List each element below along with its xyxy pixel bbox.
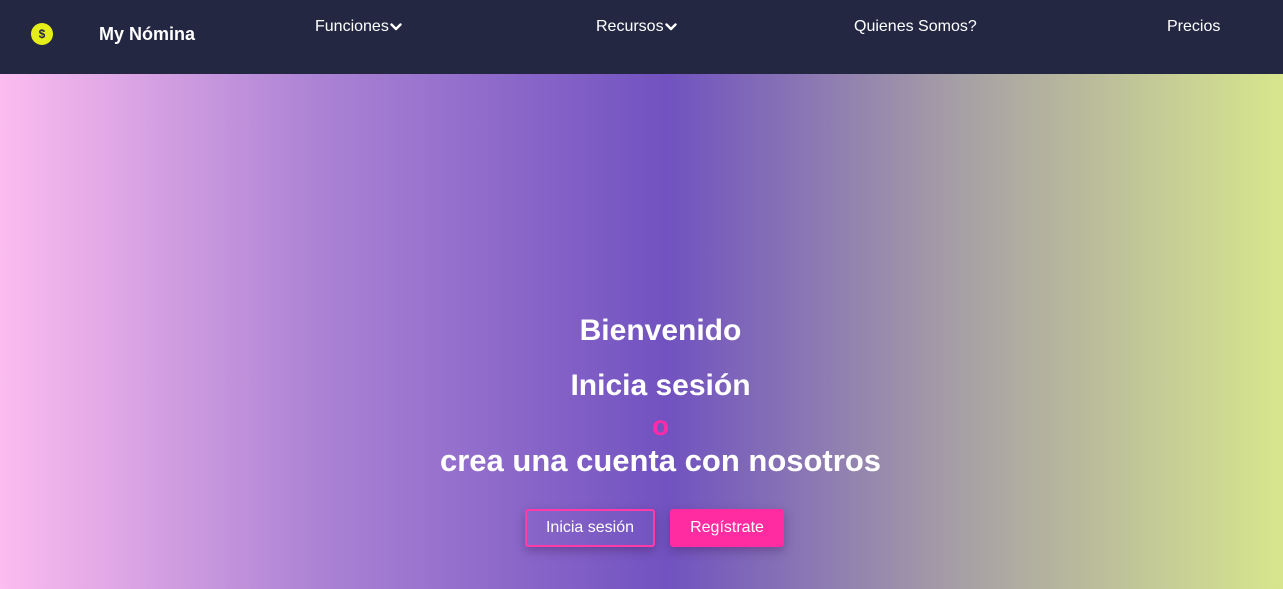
- nav-item-quienes-somos[interactable]: Quienes Somos?: [854, 18, 977, 36]
- nav-item-label: Quienes Somos?: [854, 18, 977, 35]
- nav-item-funciones[interactable]: Funciones: [315, 18, 402, 36]
- nav-item-recursos[interactable]: Recursos: [596, 18, 677, 36]
- dollar-logo-icon[interactable]: $: [31, 23, 53, 45]
- nav-item-label: Funciones: [315, 18, 389, 35]
- hero-login-prompt: Inicia sesión: [570, 369, 751, 402]
- hero-welcome-title: Bienvenido: [579, 314, 742, 347]
- nav-item-label: Precios: [1167, 18, 1221, 35]
- register-button[interactable]: Regístrate: [670, 509, 784, 547]
- nav-item-label: Recursos: [596, 18, 664, 35]
- top-navbar: $ My Nómina Funciones Recursos Quienes S…: [0, 0, 1283, 74]
- hero-create-account-prompt: crea una cuenta con nosotros: [440, 443, 881, 478]
- hero-section: Bienvenido Inicia sesión o crea una cuen…: [0, 74, 1283, 589]
- hero-or-separator: o: [651, 410, 670, 441]
- chevron-down-icon: [390, 23, 402, 31]
- chevron-down-icon: [664, 23, 677, 31]
- nav-item-precios[interactable]: Precios: [1167, 18, 1220, 36]
- login-button[interactable]: Inicia sesión: [525, 509, 655, 547]
- brand-name[interactable]: My Nómina: [99, 24, 195, 45]
